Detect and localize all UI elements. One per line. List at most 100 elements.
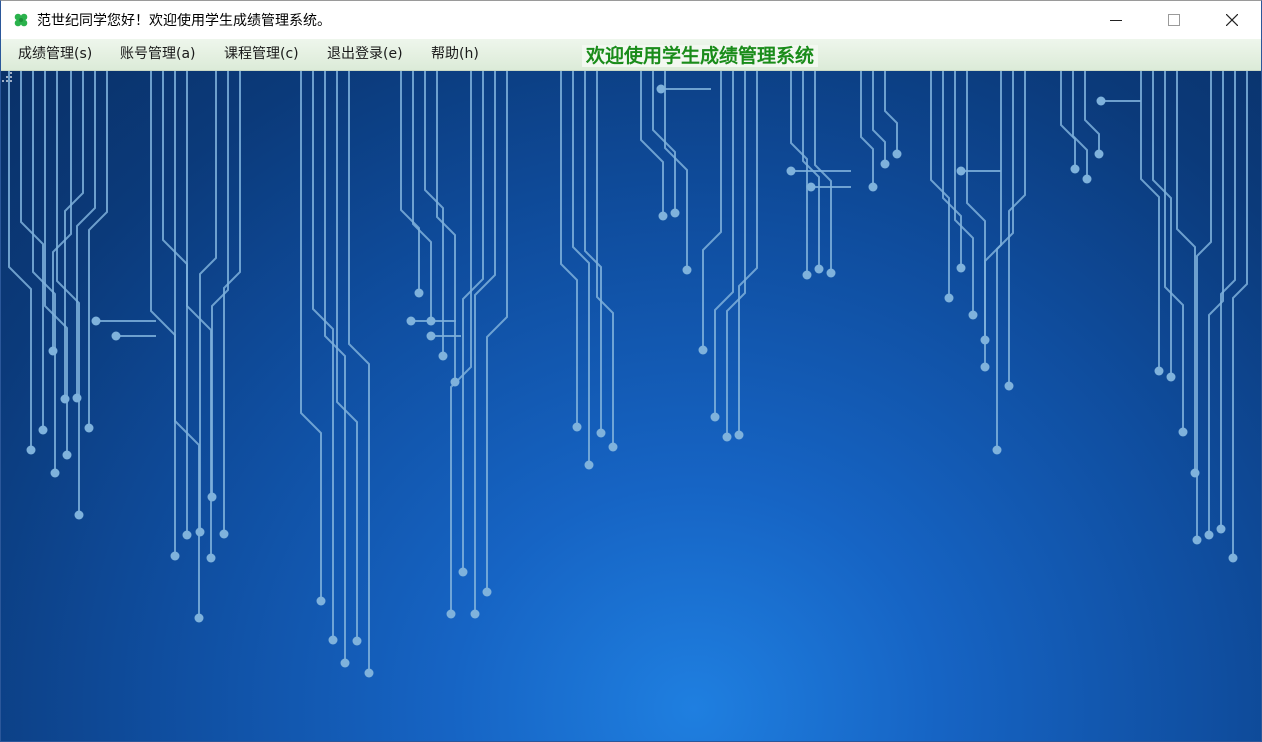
circuit-node [786, 166, 796, 176]
circuit-lines-image [8, 71, 1248, 678]
circuit-node [710, 412, 720, 422]
circuit-trace [954, 71, 974, 315]
circuit-trace [966, 71, 986, 340]
circuit-trace [211, 71, 229, 497]
circuit-trace [348, 71, 370, 673]
circuit-trace [336, 71, 358, 641]
circuit-node [814, 264, 824, 274]
circuit-node [944, 293, 954, 303]
menu-logout[interactable]: 退出登录(e) [321, 39, 409, 70]
circuit-trace [1008, 71, 1026, 386]
menu-accounts[interactable]: 账号管理(a) [114, 39, 202, 70]
circuit-trace [474, 71, 496, 614]
circuit-node [50, 468, 60, 478]
circuit-node [414, 288, 424, 298]
circuit-node [91, 316, 101, 326]
circuit-trace [88, 71, 108, 428]
circuit-node [658, 211, 668, 221]
circuit-node [670, 208, 680, 218]
menu-help[interactable]: 帮助(h) [425, 39, 485, 70]
circuit-trace [584, 71, 602, 433]
title-bar[interactable]: 范世纪同学您好！欢迎使用学生成绩管理系统。 [1, 1, 1261, 39]
close-icon [1226, 14, 1238, 26]
minimize-button[interactable] [1087, 1, 1145, 39]
circuit-node [62, 450, 72, 460]
circuit-trace [572, 71, 590, 465]
circuit-node [458, 567, 468, 577]
circuit-node [1216, 524, 1226, 534]
circuit-node [682, 265, 692, 275]
circuit-node [207, 492, 217, 502]
circuit-node [111, 331, 121, 341]
circuit-node [722, 432, 732, 442]
circuit-node [352, 636, 362, 646]
circuit-node [968, 310, 978, 320]
clover-icon [14, 13, 28, 27]
circuit-node [182, 530, 192, 540]
circuit-trace [324, 71, 346, 663]
welcome-banner: 欢迎使用学生成绩管理系统 [582, 45, 819, 67]
circuit-node [1178, 427, 1188, 437]
circuit-node [992, 445, 1002, 455]
circuit-trace [1152, 71, 1172, 377]
circuit-node [328, 635, 338, 645]
circuit-node [584, 460, 594, 470]
minimize-icon [1110, 20, 1122, 21]
circuit-node [60, 394, 70, 404]
circuit-node [26, 445, 36, 455]
circuit-node [806, 182, 816, 192]
circuit-node [596, 428, 606, 438]
circuit-node [1096, 96, 1106, 106]
close-button[interactable] [1203, 1, 1261, 39]
circuit-node [194, 613, 204, 623]
circuit-node [980, 362, 990, 372]
maximize-button[interactable] [1145, 1, 1203, 39]
circuit-node [1192, 535, 1202, 545]
circuit-trace [1084, 71, 1100, 154]
circuit-node [364, 668, 374, 678]
circuit-node [482, 587, 492, 597]
circuit-node [802, 270, 812, 280]
circuit-trace [872, 71, 886, 164]
circuit-trace [930, 71, 950, 298]
circuit-node [1166, 372, 1176, 382]
circuit-trace [400, 71, 420, 293]
window-title: 范世纪同学您好！欢迎使用学生成绩管理系统。 [37, 13, 331, 29]
circuit-trace [1140, 71, 1160, 371]
circuit-trace [702, 71, 722, 350]
circuit-node [892, 149, 902, 159]
circuit-node [698, 345, 708, 355]
circuit-node [219, 529, 229, 539]
circuit-trace [300, 71, 322, 601]
circuit-trace [860, 71, 874, 187]
circuit-node [316, 596, 326, 606]
circuit-node [826, 268, 836, 278]
resize-grip-icon[interactable] [1, 71, 13, 83]
circuit-node [956, 166, 966, 176]
circuit-node [1070, 164, 1080, 174]
circuit-trace [424, 71, 444, 356]
circuit-node [1082, 174, 1092, 184]
circuit-node [74, 510, 84, 520]
circuit-trace [199, 71, 217, 532]
circuit-node [608, 442, 618, 452]
circuit-node [1190, 468, 1200, 478]
circuit-trace [486, 71, 508, 592]
circuit-trace [312, 71, 334, 640]
menu-grades[interactable]: 成绩管理(s) [12, 39, 98, 70]
circuit-node [1154, 366, 1164, 376]
circuit-trace [714, 71, 734, 417]
menu-courses[interactable]: 课程管理(c) [218, 39, 305, 70]
circuit-node [868, 182, 878, 192]
app-window: 范世纪同学您好！欢迎使用学生成绩管理系统。 成绩管理(s) 账号管理(a) 课程… [0, 0, 1262, 742]
circuit-node [734, 430, 744, 440]
circuit-node [1204, 530, 1214, 540]
circuit-node [1004, 381, 1014, 391]
circuit-trace [738, 71, 758, 435]
circuit-node [656, 84, 666, 94]
window-controls [1087, 1, 1261, 39]
menu-bar: 成绩管理(s) 账号管理(a) 课程管理(c) 退出登录(e) 帮助(h) 欢迎… [1, 39, 1261, 71]
circuit-trace [884, 71, 898, 154]
circuit-node [340, 658, 350, 668]
circuit-trace [412, 71, 432, 321]
